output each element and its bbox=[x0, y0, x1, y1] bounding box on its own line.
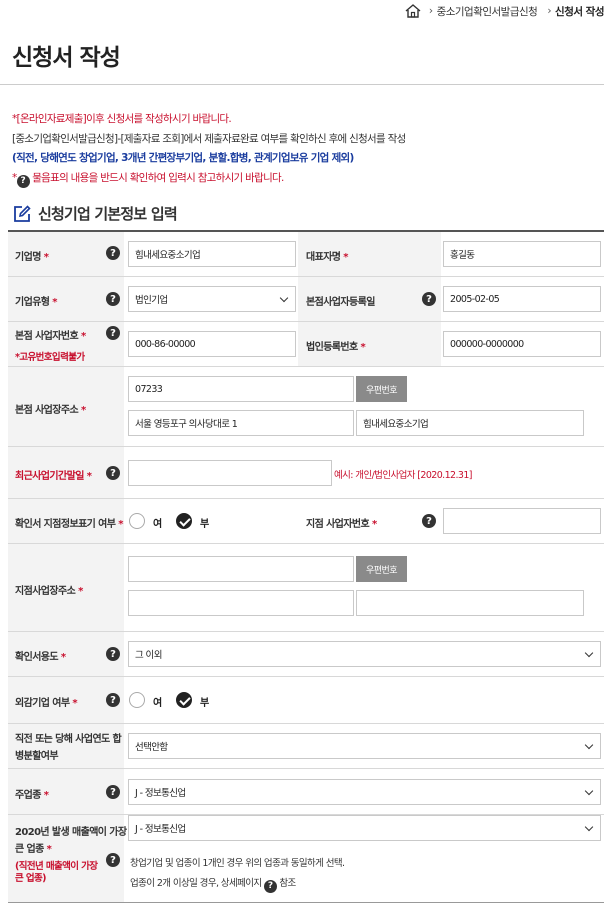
fiscal-end-example: 예시: 개인/법인사업자 [2020.12.31] bbox=[334, 470, 473, 481]
form-row: 2020년 발생 매출액이 가장 큰 업종 * (직전년 매출액이 가장 큰 업… bbox=[8, 815, 604, 903]
foreign-label: 외감기업 여부 bbox=[15, 698, 70, 709]
help-icon[interactable]: ? bbox=[263, 879, 277, 893]
form-row: 기업유형 * ? 법인기업 본점사업자등록일 ? 2005-02-05 bbox=[8, 277, 604, 322]
help-icon[interactable]: ? bbox=[106, 466, 120, 480]
help-icon[interactable]: ? bbox=[106, 292, 120, 306]
branch-addr2-input[interactable] bbox=[356, 590, 584, 616]
form-row: 주업종 * ? J - 정보통신업 bbox=[8, 769, 604, 815]
branch-addr1-input[interactable] bbox=[128, 590, 354, 616]
form-row: 확인서용도 * ? 그 이외 bbox=[8, 632, 604, 677]
help-icon[interactable]: ? bbox=[106, 853, 120, 867]
notice: *[온라인자료제출]이후 신청서를 작성하시기 바랍니다. [중소기업확인서발급… bbox=[12, 110, 602, 188]
help-icon[interactable]: ? bbox=[106, 326, 120, 340]
radio-no[interactable] bbox=[176, 692, 192, 708]
form-row: 외감기업 여부 * ? 여 부 bbox=[8, 677, 604, 724]
fiscal-end-input[interactable] bbox=[128, 460, 332, 486]
help-icon[interactable]: ? bbox=[106, 647, 120, 661]
corp-reg-no-label: 법인등록번호 bbox=[306, 342, 358, 353]
top-sales-note: 창업기업 및 업종이 1개인 경우 위의 업종과 동일하게 선택. bbox=[130, 858, 345, 869]
radio-yes-label: 여 bbox=[153, 519, 162, 530]
top-sales-sub-label: (직전년 매출액이 가장 bbox=[15, 861, 98, 872]
help-icon[interactable]: ? bbox=[106, 246, 120, 260]
edit-icon bbox=[14, 204, 31, 222]
help-icon[interactable]: ? bbox=[422, 514, 436, 528]
rep-name-label: 대표자명 bbox=[306, 252, 341, 263]
hq-reg-date-input[interactable]: 2005-02-05 bbox=[443, 286, 601, 312]
company-name-label: 기업명 bbox=[15, 252, 41, 263]
radio-yes[interactable] bbox=[129, 692, 145, 708]
notice-line: [중소기업확인서발급신청]-[제출자료 조회]에서 제출자료완료 여부를 확인하… bbox=[12, 132, 406, 145]
top-sales-select[interactable]: J - 정보통신업 bbox=[128, 815, 601, 841]
form-row: 기업명 * ? 힘내세요중소기업 대표자명 * 홍길동 bbox=[8, 232, 604, 277]
hq-addr1-input[interactable]: 서울 영등포구 의사당대로 1 bbox=[128, 410, 354, 436]
radio-yes-label: 여 bbox=[153, 698, 162, 709]
radio-no[interactable] bbox=[176, 513, 192, 529]
radio-no-label: 부 bbox=[200, 698, 209, 709]
radio-no-label: 부 bbox=[200, 519, 209, 530]
breadcrumb: › 중소기업확인서발급신청 › 신청서 작성 bbox=[405, 0, 604, 22]
hq-biz-no-note: *고유번호입력불가 bbox=[15, 352, 85, 363]
company-type-select[interactable]: 법인기업 bbox=[128, 286, 296, 312]
form-row: 직전 또는 당해 사업연도 합 병분할여부 선택안함 bbox=[8, 724, 604, 769]
main-industry-label: 주업종 bbox=[15, 790, 41, 801]
notice-mark: * bbox=[12, 171, 17, 184]
zip-search-button[interactable]: 우편번호 bbox=[356, 376, 407, 402]
top-sales-label: 2020년 발생 매출액이 가장 bbox=[15, 827, 127, 838]
hq-biz-no-input[interactable]: 000-86-00000 bbox=[128, 331, 296, 357]
divider bbox=[0, 84, 604, 85]
purpose-label: 확인서용도 bbox=[15, 652, 59, 663]
rep-name-input[interactable]: 홍길동 bbox=[443, 241, 601, 267]
corp-reg-no-input[interactable]: 000000-0000000 bbox=[443, 331, 601, 357]
company-info-form: 기업명 * ? 힘내세요중소기업 대표자명 * 홍길동 기업유형 * ? 법인기… bbox=[8, 230, 604, 903]
form-row: 지점사업장주소 * 우편번호 bbox=[8, 544, 604, 632]
form-row: 최근사업기간말일 * ? 예시: 개인/법인사업자 [2020.12.31] bbox=[8, 447, 604, 499]
company-type-label: 기업유형 bbox=[15, 297, 50, 308]
branch-address-label: 지점사업장주소 bbox=[15, 586, 76, 597]
form-row: 본점 사업자번호 * *고유번호입력불가 ? 000-86-00000 법인등록… bbox=[8, 322, 604, 367]
hq-addr2-input[interactable]: 힘내세요중소기업 bbox=[356, 410, 584, 436]
hq-address-label: 본점 사업장주소 bbox=[15, 405, 79, 416]
page-title: 신청서 작성 bbox=[12, 45, 121, 71]
help-icon[interactable]: ? bbox=[422, 292, 436, 306]
breadcrumb-item[interactable]: 중소기업확인서발급신청 bbox=[437, 4, 538, 19]
company-name-input[interactable]: 힘내세요중소기업 bbox=[128, 241, 296, 267]
branch-biz-no-input[interactable] bbox=[443, 508, 601, 534]
branch-zip-search-button[interactable]: 우편번호 bbox=[356, 556, 407, 582]
notice-line: *[온라인자료제출]이후 신청서를 작성하시기 바랍니다. bbox=[12, 113, 232, 125]
notice-line: 물음표의 내용을 반드시 확인하여 입력시 참고하시기 바랍니다. bbox=[32, 171, 284, 184]
home-icon[interactable] bbox=[405, 4, 421, 18]
branch-display-label: 확인서 지점정보표기 여부 bbox=[15, 519, 116, 530]
split-merge-select[interactable]: 선택안함 bbox=[128, 733, 601, 759]
branch-biz-no-label: 지점 사업자번호 bbox=[306, 519, 370, 530]
help-icon[interactable]: ? bbox=[106, 693, 120, 707]
hq-biz-no-label: 본점 사업자번호 bbox=[15, 331, 79, 342]
top-sales-note: 업종이 2개 이상일 경우, 상세페이지 bbox=[130, 878, 262, 889]
chevron-right-icon: › bbox=[547, 5, 552, 17]
help-icon[interactable]: ? bbox=[106, 785, 120, 799]
form-row: 본점 사업장주소 * 07233 우편번호 서울 영등포구 의사당대로 1 힘내… bbox=[8, 367, 604, 447]
main-industry-select[interactable]: J - 정보통신업 bbox=[128, 779, 601, 805]
help-icon: ? bbox=[16, 174, 30, 188]
chevron-right-icon: › bbox=[428, 5, 433, 17]
split-merge-label: 직전 또는 당해 사업연도 합 bbox=[15, 734, 122, 745]
section-title: 신청기업 기본정보 입력 bbox=[12, 203, 178, 224]
hq-zip-input[interactable]: 07233 bbox=[128, 376, 354, 402]
form-row: 확인서 지점정보표기 여부 * 여 부 지점 사업자번호 * ? bbox=[8, 499, 604, 544]
purpose-select[interactable]: 그 이외 bbox=[128, 641, 601, 667]
hq-reg-date-label: 본점사업자등록일 bbox=[306, 297, 375, 308]
branch-zip-input[interactable] bbox=[128, 556, 354, 582]
notice-line: (직전, 당해연도 창업기업, 3개년 간편장부기업, 분할.합병, 관계기업보… bbox=[12, 152, 354, 164]
radio-yes[interactable] bbox=[129, 513, 145, 529]
fiscal-end-label: 최근사업기간말일 bbox=[15, 471, 84, 482]
breadcrumb-current: 신청서 작성 bbox=[555, 5, 604, 18]
